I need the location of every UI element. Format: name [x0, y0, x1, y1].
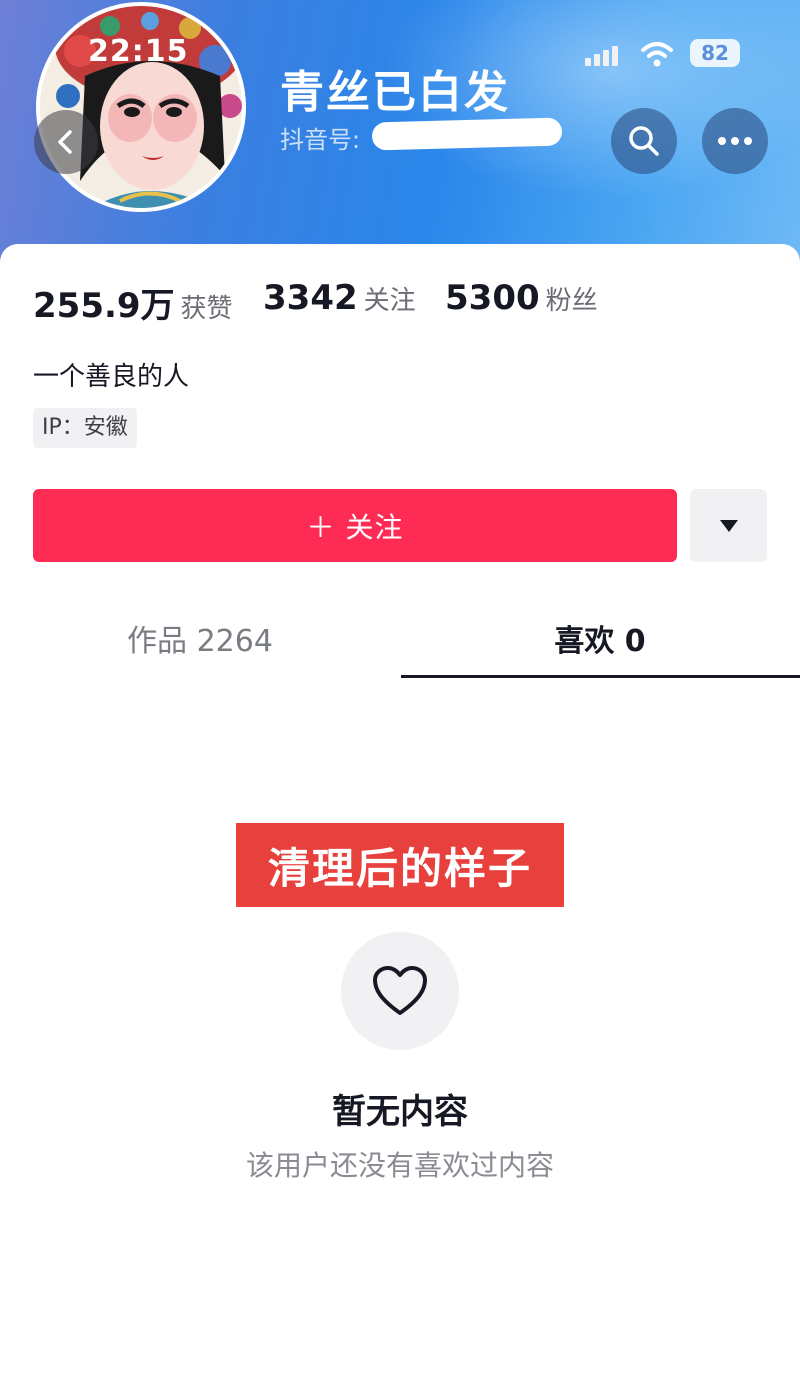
ip-location-tag: IP：安徽	[33, 408, 137, 448]
dropdown-triangle-icon	[719, 519, 738, 532]
id-redaction-mark	[371, 117, 563, 151]
stat-likes-label: 获赞	[180, 294, 233, 324]
cleanup-overlay-label: 清理后的样子	[236, 823, 564, 907]
tab-works[interactable]: 作品 2264	[0, 616, 400, 660]
wifi-icon	[640, 40, 674, 68]
search-icon	[629, 126, 659, 156]
status-bar-time: 22:15	[88, 34, 189, 69]
stat-following-label: 关注	[363, 286, 416, 316]
more-icon	[718, 137, 752, 145]
active-tab-indicator	[401, 675, 800, 678]
profile-username: 青丝已白发	[280, 67, 510, 118]
heart-icon	[373, 966, 427, 1015]
battery-icon: 82	[690, 39, 740, 67]
stat-likes-value: 255.9万	[33, 286, 175, 326]
douyin-id-label: 抖音号:	[280, 126, 361, 154]
empty-state-subtitle: 该用户还没有喜欢过内容	[245, 1149, 554, 1182]
stat-following[interactable]: 3342 关注	[263, 278, 416, 318]
stat-followers-label: 粉丝	[545, 286, 598, 316]
back-arrow-icon	[58, 130, 72, 154]
signal-icon	[585, 44, 625, 66]
recommend-dropdown-button[interactable]	[690, 489, 767, 562]
empty-state-title: 暂无内容	[332, 1092, 468, 1132]
more-options-button[interactable]	[702, 108, 768, 174]
stat-likes[interactable]: 255.9万 获赞	[33, 278, 233, 327]
search-button[interactable]	[611, 108, 677, 174]
back-button[interactable]	[34, 110, 98, 174]
stat-followers-value: 5300	[445, 278, 540, 318]
profile-bio: 一个善良的人	[33, 362, 190, 392]
stat-following-value: 3342	[263, 278, 358, 318]
empty-state-heart	[341, 932, 459, 1050]
tab-likes[interactable]: 喜欢 0	[400, 616, 800, 660]
follow-button[interactable]: ＋ 关注	[33, 489, 677, 562]
stat-followers[interactable]: 5300 粉丝	[445, 278, 598, 318]
